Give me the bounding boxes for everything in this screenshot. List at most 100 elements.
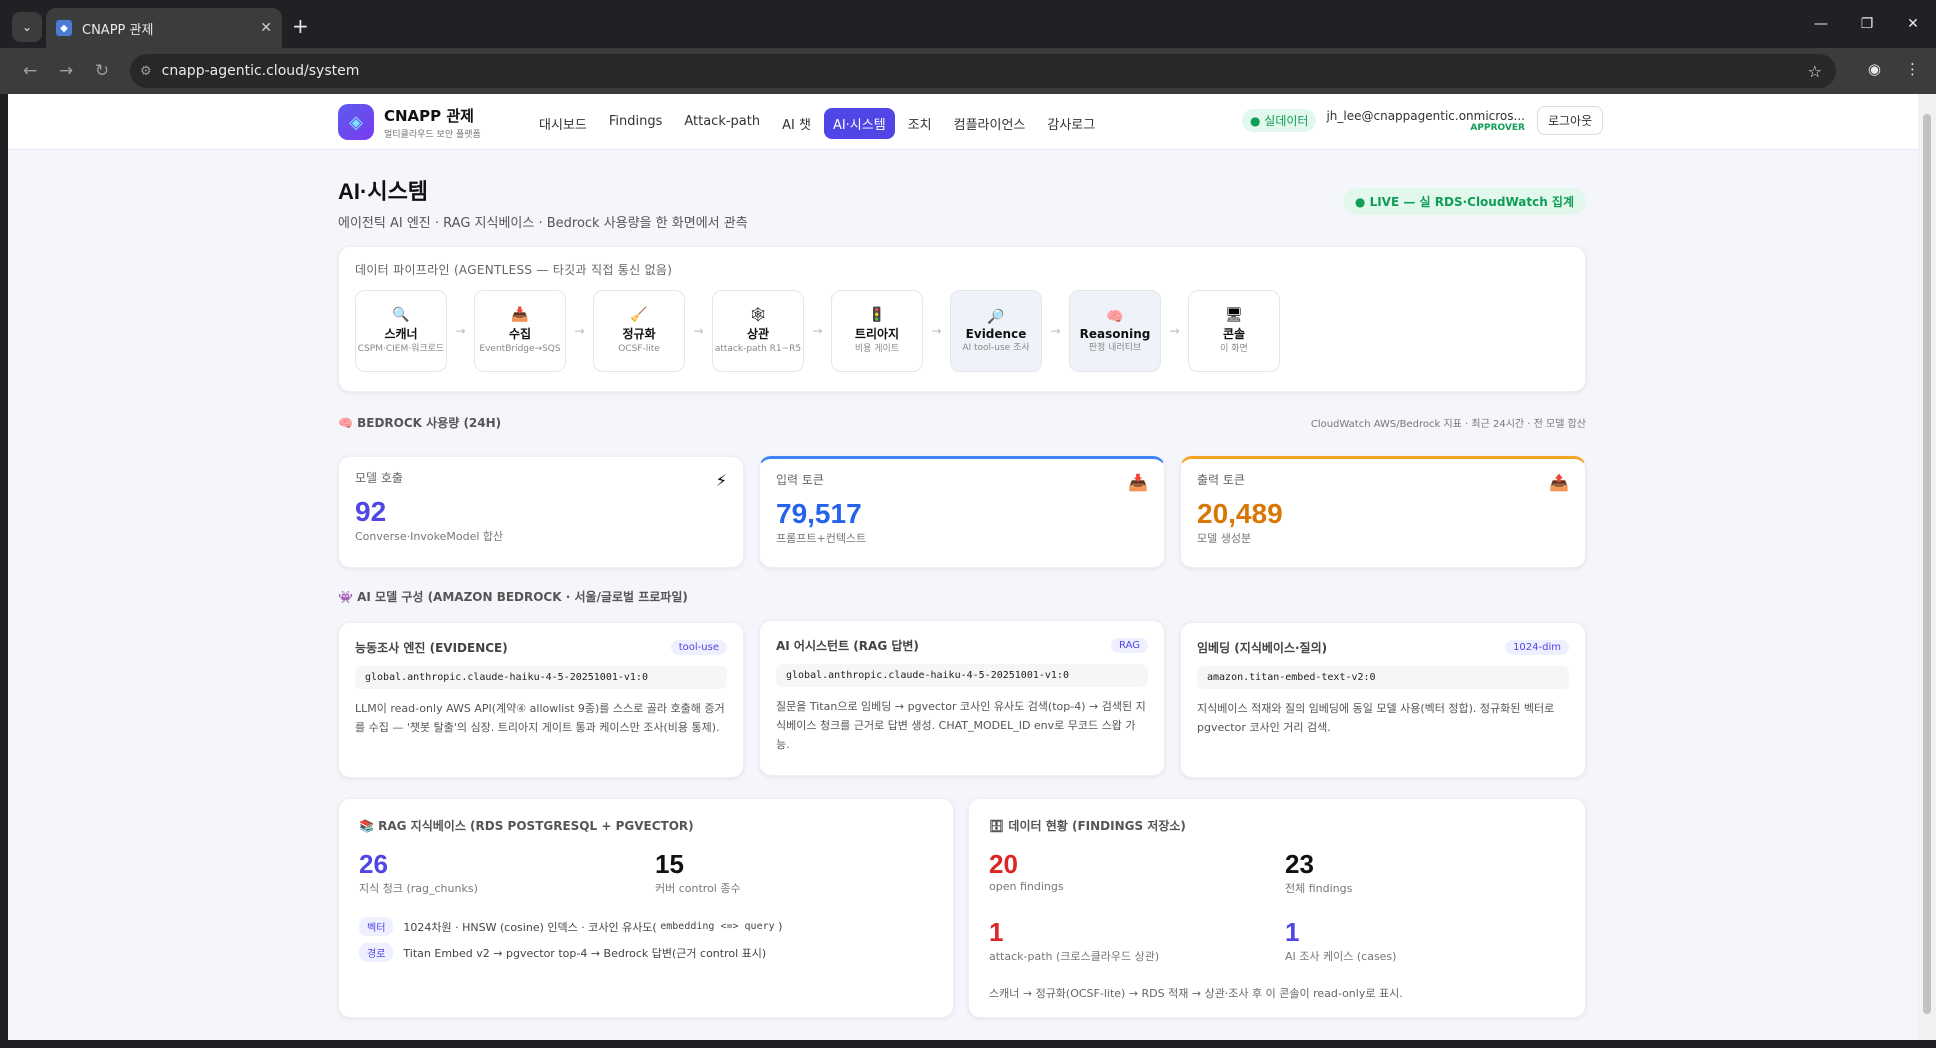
kpi-value: 79,517 — [776, 498, 862, 529]
findings-footer: 스캐너 → 정규화(OCSF-lite) → RDS 적재 → 상관·조사 후 … — [989, 987, 1403, 1000]
shield-icon: ◆ — [56, 20, 72, 36]
kpi-value: 92 — [355, 496, 387, 527]
step-icon: 🧹 — [630, 307, 648, 323]
kpi-model-calls: 모델 호출 ⚡ 92 Converse·InvokeModel 합산 — [338, 456, 744, 568]
kpi-sub: 프롬프트+컨텍스트 — [776, 532, 867, 545]
step-name: 스캐너 — [384, 327, 418, 341]
new-tab-button[interactable]: + — [292, 16, 309, 36]
rag-chunks-label: 지식 청크 (rag_chunks) — [359, 882, 478, 895]
step-name: 수집 — [508, 327, 532, 341]
kpi-sub: Converse·InvokeModel 합산 — [355, 530, 504, 543]
browser-tab[interactable]: ◆ CNAPP 관제 ✕ — [46, 8, 282, 48]
inbox-icon: 📥 — [1128, 473, 1148, 492]
menu-icon[interactable]: ⋮ — [1905, 60, 1920, 78]
step-name: 정규화 — [622, 327, 656, 341]
page-viewport: ◈ CNAPP 관제 멀티클라우드 보안 플랫폼 대시보드 Findings A… — [8, 94, 1918, 1040]
user-info: jh_lee@cnappagentic.onmicros... APPROVER — [1326, 109, 1525, 133]
bedrock-label: 🧠 BEDROCK 사용량 (24H) — [338, 416, 502, 430]
user-role: APPROVER — [1470, 122, 1525, 133]
model-title: 능동조사 엔진 (EVIDENCE) — [355, 641, 508, 655]
arrow-icon: → — [931, 324, 942, 338]
scrollbar-thumb[interactable] — [1923, 114, 1931, 1014]
step-name: Evidence — [965, 326, 1027, 341]
nav-ai-system[interactable]: AI·시스템 — [823, 108, 895, 139]
open-findings-label: open findings — [989, 880, 1064, 893]
logout-button[interactable]: 로그아웃 — [1536, 106, 1604, 135]
step-desc: attack-path R1~R5 — [714, 344, 802, 354]
pipeline-step: 🧠 Reasoning 판정 내러티브 — [1069, 290, 1161, 372]
vector-code: embedding <=> query — [660, 921, 775, 932]
close-window-button[interactable]: ✕ — [1890, 0, 1936, 48]
step-desc: 판정 내러티브 — [1088, 342, 1142, 353]
model-badge: RAG — [1111, 638, 1148, 653]
site-info-icon[interactable]: ⚙ — [140, 64, 152, 79]
tab-title: CNAPP 관제 — [82, 22, 154, 38]
nav-dashboard[interactable]: 대시보드 — [530, 108, 596, 139]
nav-ai-chat[interactable]: AI 챗 — [773, 108, 820, 139]
step-desc: CSPM·CIEM·워크로드 — [357, 344, 445, 354]
kpi-output-tokens: 출력 토큰 📤 20,489 모델 생성분 — [1180, 456, 1586, 568]
step-desc: EventBridge→SQS — [479, 344, 561, 354]
rag-vector-row: 벡터 1024차원 · HNSW (cosine) 인덱스 · 코사인 유사도( … — [359, 917, 782, 936]
browser-tabbar: ⌄ ◆ CNAPP 관제 ✕ + — ❐ ✕ — [0, 0, 1936, 48]
step-name: 상관 — [746, 327, 770, 341]
model-card-embedding: 임베딩 (지식베이스·질의) 1024-dim amazon.titan-embe… — [1180, 622, 1586, 778]
kpi-title: 입력 토큰 — [776, 473, 824, 487]
main-content: AI·시스템 에이전틱 AI 엔진 · RAG 지식베이스 · Bedrock … — [338, 174, 1586, 1018]
app-header: ◈ CNAPP 관제 멀티클라우드 보안 플랫폼 대시보드 Findings A… — [8, 94, 1918, 150]
step-icon: 🔎 — [987, 308, 1005, 325]
cases-value: 1 — [1285, 917, 1300, 947]
restore-button[interactable]: ❐ — [1844, 0, 1890, 48]
nav-attack-path[interactable]: Attack-path — [675, 108, 769, 139]
models-section-header: 👾 AI 모델 구성 (AMAZON BEDROCK · 서울/글로벌 프로파일… — [338, 588, 1586, 605]
forward-icon[interactable]: → — [48, 61, 84, 81]
step-icon: 🖥 — [1225, 307, 1243, 323]
model-badge: 1024-dim — [1505, 640, 1569, 655]
back-icon[interactable]: ← — [12, 61, 48, 81]
close-tab-icon[interactable]: ✕ — [260, 20, 272, 36]
step-desc: OCSF-lite — [618, 344, 660, 354]
brand-name: CNAPP 관제 — [384, 106, 474, 125]
step-icon: 🚦 — [868, 307, 886, 323]
model-id: amazon.titan-embed-text-v2:0 — [1197, 666, 1569, 689]
arrow-icon: → — [1050, 324, 1061, 338]
step-icon: 🧠 — [1106, 308, 1124, 325]
cases-label: AI 조사 케이스 (cases) — [1285, 950, 1397, 963]
bookmark-star-icon[interactable]: ☆ — [1808, 62, 1822, 81]
pipeline-step: 🕸 상관 attack-path R1~R5 — [712, 290, 804, 372]
minimize-button[interactable]: — — [1798, 0, 1844, 48]
reload-icon[interactable]: ↻ — [84, 61, 120, 81]
rag-chunks-value: 26 — [359, 849, 388, 879]
tab-search-button[interactable]: ⌄ — [12, 12, 42, 42]
total-findings-value: 23 — [1285, 849, 1314, 879]
pipeline-step: 🔍 스캐너 CSPM·CIEM·워크로드 — [355, 290, 447, 372]
path-text: Titan Embed v2 → pgvector top-4 → Bedroc… — [403, 946, 767, 960]
brand-subtitle: 멀티클라우드 보안 플랫폼 — [384, 129, 481, 140]
page-scrollbar[interactable] — [1918, 94, 1936, 1040]
pipeline-step: 🖥 콘솔 이 화면 — [1188, 290, 1280, 372]
profile-icon[interactable]: ◉ — [1868, 60, 1881, 78]
rag-card: 📚 RAG 지식베이스 (RDS POSTGRESQL + PGVECTOR) … — [338, 798, 954, 1018]
kpi-value: 20,489 — [1197, 498, 1283, 529]
kpi-input-tokens: 입력 토큰 📥 79,517 프롬프트+컨텍스트 — [759, 456, 1165, 568]
lightning-icon: ⚡ — [715, 471, 727, 490]
nav-remediation[interactable]: 조치 — [899, 108, 941, 139]
pipeline-step: 🧹 정규화 OCSF-lite — [593, 290, 685, 372]
step-icon: 🔍 — [392, 307, 410, 323]
user-email: jh_lee@cnappagentic.onmicros... — [1326, 108, 1525, 123]
bedrock-note: CloudWatch AWS/Bedrock 지표 · 최근 24시간 · 전 … — [1310, 419, 1586, 430]
nav-compliance[interactable]: 컴플라이언스 — [945, 108, 1035, 139]
model-desc: 지식베이스 적재와 질의 임베딩에 동일 모델 사용(벡터 정합). 정규화된 … — [1197, 702, 1555, 734]
nav-findings[interactable]: Findings — [600, 108, 672, 139]
step-icon: 📥 — [511, 307, 529, 323]
brand[interactable]: ◈ CNAPP 관제 멀티클라우드 보안 플랫폼 — [338, 104, 481, 140]
shield-logo-icon: ◈ — [338, 104, 374, 140]
path-tag: 경로 — [359, 943, 394, 962]
arrow-icon: → — [812, 324, 823, 338]
step-icon: 🕸 — [749, 307, 767, 323]
address-bar[interactable]: ⚙ cnapp-agentic.cloud/system ☆ — [130, 54, 1836, 88]
kpi-sub: 모델 생성분 — [1197, 532, 1252, 545]
nav-audit-log[interactable]: 감사로그 — [1038, 108, 1104, 139]
main-nav: 대시보드 Findings Attack-path AI 챗 AI·시스템 조치… — [530, 108, 1104, 139]
pipeline-step: 📥 수집 EventBridge→SQS — [474, 290, 566, 372]
